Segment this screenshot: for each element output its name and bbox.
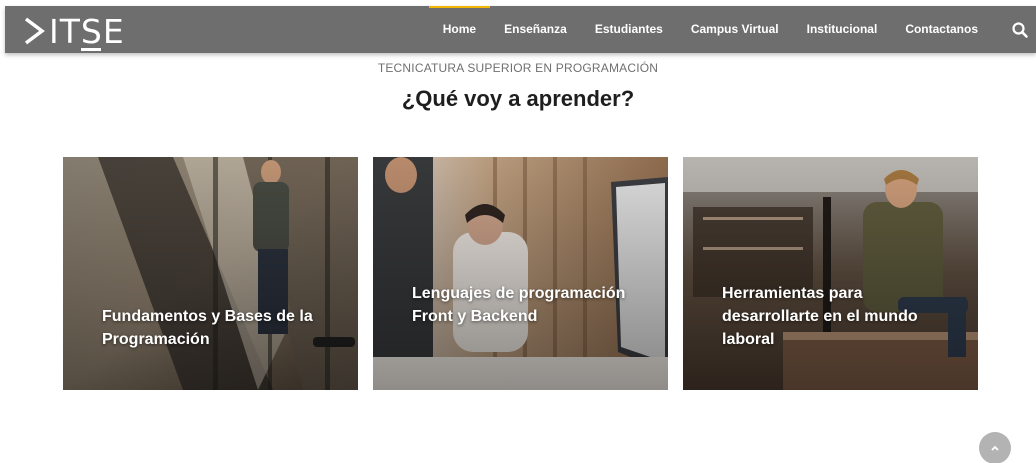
logo-underline	[81, 48, 101, 51]
itse-logo[interactable]: ITSE	[23, 11, 125, 51]
card-image-cafe	[683, 157, 978, 390]
course-card-herramientas[interactable]: Herramientas para desarrollarte en el mu…	[683, 157, 978, 390]
top-navbar: ITSE Home Enseñanza Estudiantes Campus V…	[5, 6, 1036, 53]
nav-item-campus-virtual[interactable]: Campus Virtual	[677, 6, 793, 53]
card-image-office	[373, 157, 668, 390]
nav-item-contactanos[interactable]: Contactanos	[891, 6, 992, 53]
search-icon[interactable]	[1010, 20, 1030, 40]
section-subtitle: TECNICATURA SUPERIOR EN PROGRAMACIÓN	[377, 61, 659, 75]
course-card-fundamentos[interactable]: Fundamentos y Bases de la Programación	[63, 157, 358, 390]
main-nav: Home Enseñanza Estudiantes Campus Virtua…	[428, 6, 992, 53]
nav-item-estudiantes[interactable]: Estudiantes	[581, 6, 677, 53]
card-title: Herramientas para desarrollarte en el mu…	[722, 285, 918, 348]
chevron-right-logo-icon	[24, 17, 45, 45]
nav-item-ensenanza[interactable]: Enseñanza	[490, 6, 581, 53]
card-image-corridor	[63, 157, 358, 390]
section-heading: ¿Qué voy a aprender?	[401, 86, 635, 111]
nav-item-home[interactable]: Home	[428, 6, 491, 53]
card-title: Fundamentos y Bases de la Programación	[102, 308, 313, 348]
course-card-lenguajes[interactable]: Lenguajes de programación Front y Backen…	[373, 157, 668, 390]
logo-text: ITSE	[49, 11, 125, 51]
chevron-up-icon	[991, 445, 999, 451]
card-title: Lenguajes de programación Front y Backen…	[412, 285, 626, 325]
nav-item-institucional[interactable]: Institucional	[793, 6, 892, 53]
scroll-to-top-button[interactable]	[979, 432, 1011, 463]
